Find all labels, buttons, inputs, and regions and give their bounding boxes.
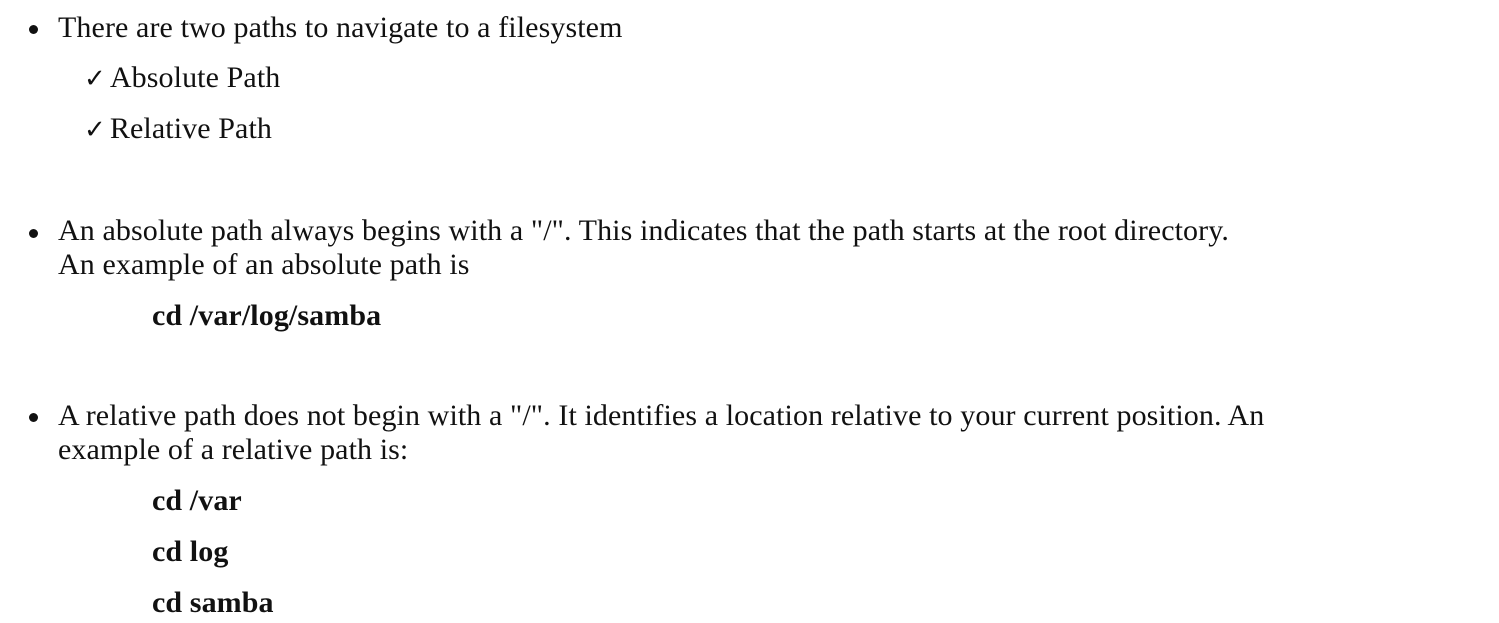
bullet-1-dot bbox=[29, 25, 38, 34]
sub-item-absolute-path: ✓ Absolute Path bbox=[84, 61, 280, 96]
bullet-3-line-1: A relative path does not begin with a "/… bbox=[58, 399, 1265, 432]
sub-item-label: Relative Path bbox=[109, 112, 272, 145]
bullet-2-dot bbox=[29, 229, 38, 238]
code-relative-example-1: cd /var bbox=[152, 484, 242, 517]
bullet-2-line-2: An example of an absolute path is bbox=[58, 248, 470, 281]
sub-item-relative-path: ✓ Relative Path bbox=[84, 112, 272, 147]
checkmark-icon: ✓ bbox=[84, 115, 106, 145]
code-absolute-example: cd /var/log/samba bbox=[152, 299, 382, 332]
bullet-3-line-2: example of a relative path is: bbox=[58, 433, 409, 466]
bullet-3-dot bbox=[29, 413, 38, 422]
bullet-2-line-1: An absolute path always begins with a "/… bbox=[58, 214, 1229, 247]
slide-content: There are two paths to navigate to a fil… bbox=[0, 0, 1499, 623]
bullet-1-text: There are two paths to navigate to a fil… bbox=[58, 11, 623, 44]
code-relative-example-2: cd log bbox=[152, 535, 229, 568]
code-relative-example-3: cd samba bbox=[152, 586, 274, 619]
sub-item-label: Absolute Path bbox=[109, 61, 281, 94]
checkmark-icon: ✓ bbox=[84, 64, 106, 94]
